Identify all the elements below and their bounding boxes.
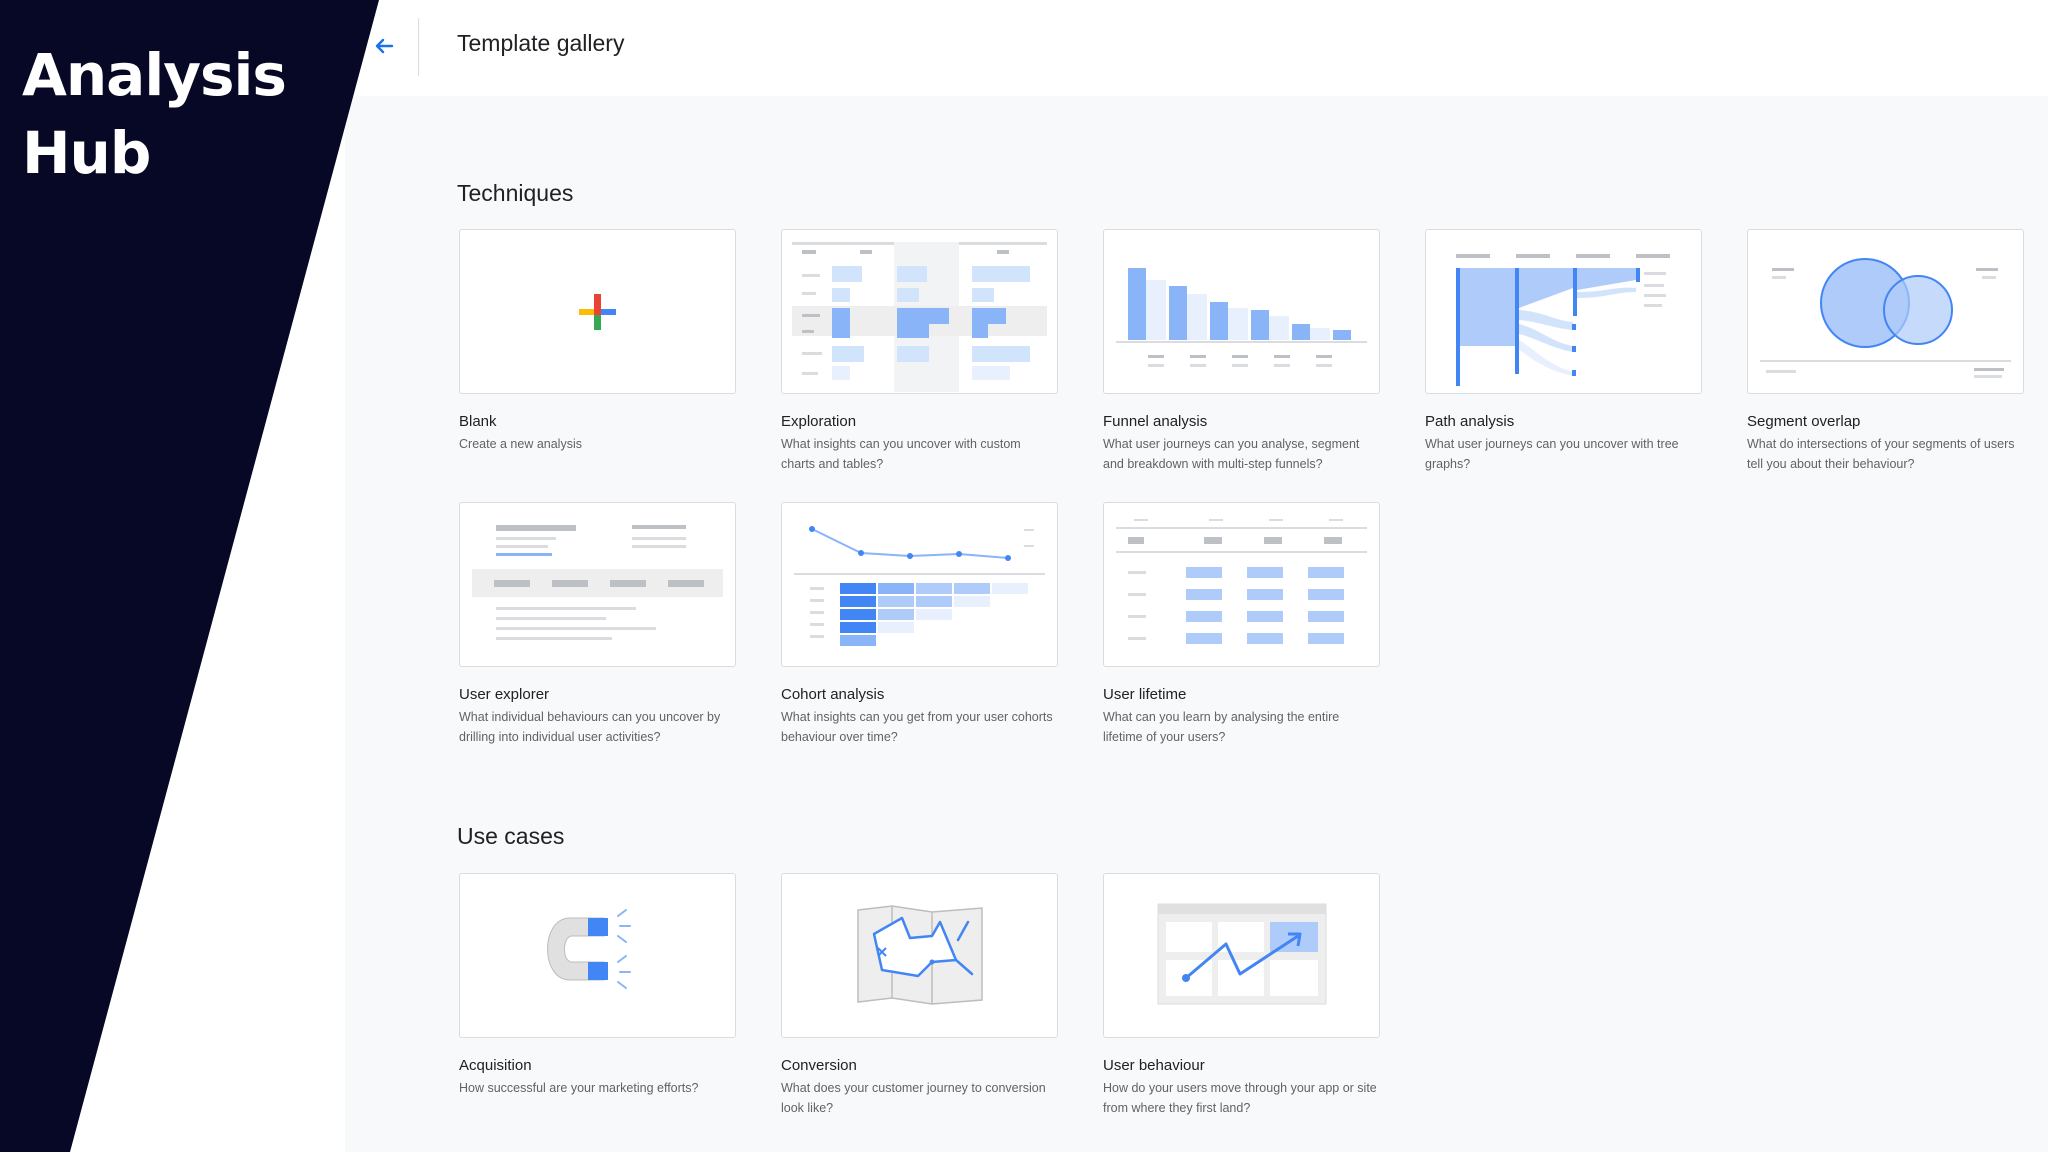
card-title: Acquisition — [459, 1057, 532, 1074]
card-funnel-analysis[interactable]: Funnel analysis What user journeys can y… — [1103, 229, 1380, 474]
card-exploration[interactable]: Exploration What insights can you uncove… — [781, 229, 1058, 474]
card-title: User explorer — [459, 686, 550, 703]
card-description: Create a new analysis — [459, 437, 582, 451]
card-title: Conversion — [781, 1057, 857, 1074]
section-title-use-cases: Use cases — [457, 823, 565, 849]
trend-arrow-icon — [1157, 903, 1327, 1005]
card-conversion[interactable]: Conversion What does your customer journ… — [781, 873, 1058, 1118]
back-button[interactable] — [368, 28, 400, 64]
thumbnail-exploration[interactable] — [781, 229, 1058, 394]
card-title: Path analysis — [1425, 413, 1515, 430]
thumbnail-acquisition[interactable] — [459, 873, 736, 1038]
cohort-chart-icon — [794, 526, 1045, 646]
thumbnail-blank[interactable] — [459, 229, 736, 394]
brand-title: Analysis Hub — [22, 36, 287, 192]
thumbnail-funnel-analysis[interactable] — [1103, 229, 1380, 394]
header-divider — [418, 18, 419, 76]
card-title: Exploration — [781, 413, 857, 430]
lifetime-table-icon — [1116, 519, 1367, 644]
funnel-chart-icon — [1116, 268, 1367, 367]
card-description: How successful are your marketing effort… — [459, 1081, 699, 1095]
card-path-analysis[interactable]: Path analysis What user journeys can you… — [1425, 229, 1702, 474]
plus-icon — [579, 294, 616, 330]
card-user-behaviour[interactable]: User behaviour How do your users move th… — [1103, 873, 1380, 1118]
card-description: How do your users move through your app … — [1103, 1081, 1377, 1115]
card-title: Blank — [459, 413, 497, 430]
map-icon — [857, 905, 983, 1005]
user-list-icon — [472, 525, 723, 640]
card-description: What user journeys can you uncover with … — [1425, 437, 1679, 471]
card-title: Cohort analysis — [781, 686, 885, 703]
brand-line-1: Analysis — [22, 41, 287, 109]
section-title-techniques: Techniques — [457, 180, 574, 206]
thumbnail-user-lifetime[interactable] — [1103, 502, 1380, 667]
card-description: What does your customer journey to conve… — [781, 1081, 1046, 1115]
card-title: Segment overlap — [1747, 413, 1861, 430]
card-user-explorer[interactable]: User explorer What individual behaviours… — [459, 502, 736, 747]
thumbnail-user-behaviour[interactable] — [1103, 873, 1380, 1038]
thumbnail-path-analysis[interactable] — [1425, 229, 1702, 394]
card-title: User behaviour — [1103, 1057, 1205, 1074]
page-title: Template gallery — [457, 30, 625, 56]
card-description: What can you learn by analysing the enti… — [1103, 710, 1340, 744]
card-title: Funnel analysis — [1103, 413, 1208, 430]
arrow-left-icon — [375, 38, 394, 54]
thumbnail-cohort-analysis[interactable] — [781, 502, 1058, 667]
thumbnail-conversion[interactable] — [781, 873, 1058, 1038]
card-acquisition[interactable]: Acquisition How successful are your mark… — [459, 873, 736, 1098]
thumbnail-user-explorer[interactable] — [459, 502, 736, 667]
card-user-lifetime[interactable]: User lifetime What can you learn by anal… — [1103, 502, 1380, 747]
card-title: User lifetime — [1103, 686, 1187, 703]
thumbnail-segment-overlap[interactable] — [1747, 229, 2024, 394]
card-description: What insights can you get from your user… — [781, 710, 1053, 744]
path-tree-icon — [1456, 254, 1670, 386]
card-blank[interactable]: Blank Create a new analysis — [459, 229, 736, 454]
venn-diagram-icon — [1760, 258, 2011, 378]
card-description: What individual behaviours can you uncov… — [459, 710, 721, 744]
card-segment-overlap[interactable]: Segment overlap What do intersections of… — [1747, 229, 2024, 474]
card-cohort-analysis[interactable]: Cohort analysis What insights can you ge… — [781, 502, 1058, 747]
brand-line-2: Hub — [22, 119, 151, 187]
card-description: What do intersections of your segments o… — [1747, 437, 2015, 471]
magnet-icon — [547, 909, 631, 989]
card-description: What insights can you uncover with custo… — [781, 437, 1021, 471]
table-chart-icon — [792, 242, 1047, 392]
card-description: What user journeys can you analyse, segm… — [1103, 437, 1360, 471]
